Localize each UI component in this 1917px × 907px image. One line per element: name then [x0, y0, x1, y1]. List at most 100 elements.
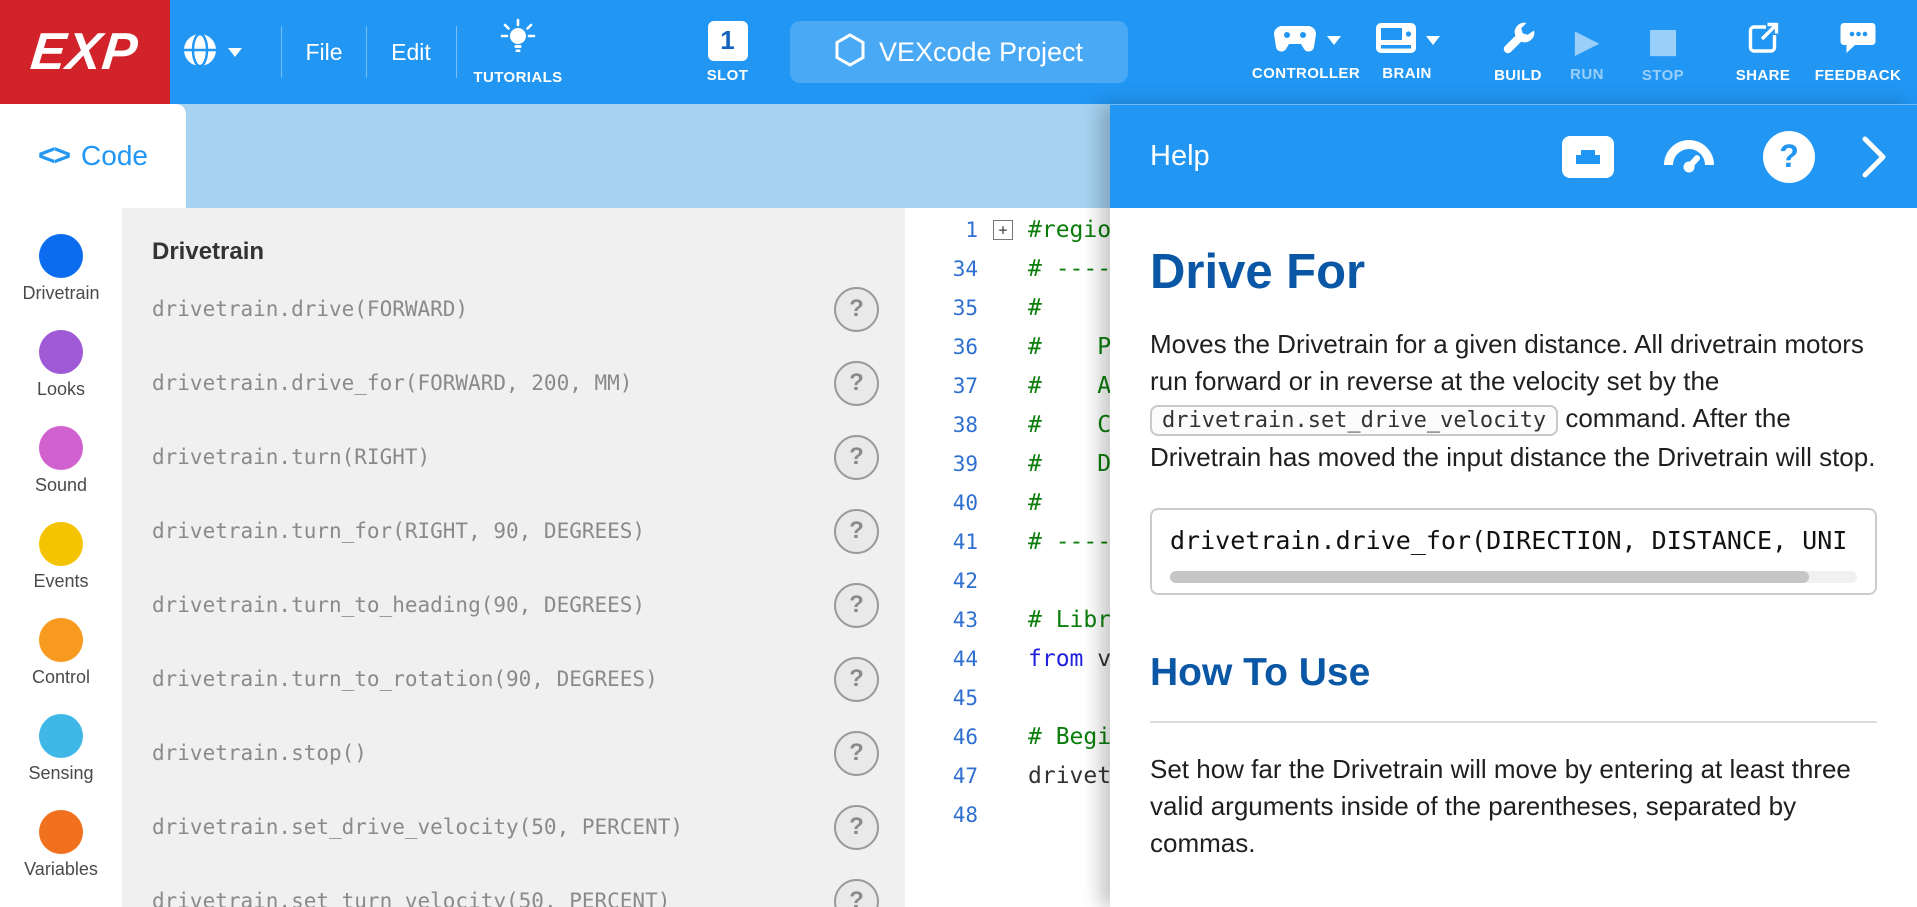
caret-down-icon: [228, 48, 242, 57]
tutorials-button[interactable]: TUTORIALS: [455, 0, 581, 104]
code-example-box: drivetrain.drive_for(DIRECTION, DISTANCE…: [1150, 508, 1877, 595]
share-label: SHARE: [1736, 67, 1791, 84]
menu-edit[interactable]: Edit: [372, 0, 450, 104]
category-label: Sensing: [28, 763, 93, 784]
code-line: 48: [905, 795, 1110, 834]
sidebar-item-drivetrain[interactable]: Drivetrain: [0, 224, 122, 320]
code-line: 38 # Cr: [905, 405, 1110, 444]
horizontal-scrollbar[interactable]: [1170, 571, 1857, 583]
stop-button[interactable]: ■ STOP: [1627, 0, 1699, 104]
brain-icon: [1375, 22, 1417, 59]
code-editor[interactable]: 1 + #regio 34 # ---- 35 # 36 # Pr 37 # A…: [905, 208, 1110, 907]
sidebar-item-events[interactable]: Events: [0, 512, 122, 608]
tab-code[interactable]: <> Code: [0, 104, 186, 208]
device-help-button[interactable]: [1561, 135, 1615, 179]
command-row[interactable]: drivetrain.turn_to_rotation(90, DEGREES)…: [152, 642, 879, 716]
sidebar-item-variables[interactable]: Variables: [0, 800, 122, 896]
command-text: drivetrain.turn_for(RIGHT, 90, DEGREES): [152, 519, 645, 543]
collapse-help-button[interactable]: [1861, 134, 1887, 180]
scrollbar-thumb[interactable]: [1170, 571, 1809, 583]
line-number: 46: [905, 725, 978, 749]
sidebar-item-looks[interactable]: Looks: [0, 320, 122, 416]
run-button[interactable]: ▶ RUN: [1553, 0, 1621, 104]
sidebar-item-control[interactable]: Control: [0, 608, 122, 704]
command-row[interactable]: drivetrain.drive(FORWARD) ?: [152, 272, 879, 346]
line-number: 35: [905, 296, 978, 320]
code-example-text: drivetrain.drive_for(DIRECTION, DISTANCE…: [1170, 526, 1857, 555]
code-line: 35 #: [905, 288, 1110, 327]
line-number: 39: [905, 452, 978, 476]
sidebar-item-sensing[interactable]: Sensing: [0, 704, 122, 800]
command-help-button[interactable]: ?: [834, 731, 879, 776]
command-row[interactable]: drivetrain.set_drive_velocity(50, PERCEN…: [152, 790, 879, 864]
command-text: drivetrain.stop(): [152, 741, 367, 765]
section-divider: [1150, 721, 1877, 723]
help-panel-title: Help: [1150, 140, 1210, 173]
fold-toggle-icon[interactable]: +: [993, 220, 1013, 240]
wrench-icon: [1500, 20, 1536, 61]
command-text: drivetrain.drive(FORWARD): [152, 297, 468, 321]
line-number: 38: [905, 413, 978, 437]
top-toolbar: EXP File Edit: [0, 0, 1917, 104]
code-line: 1 + #regio: [905, 210, 1110, 249]
code-line: 42: [905, 561, 1110, 600]
feedback-bubble-icon: [1839, 20, 1877, 61]
build-button[interactable]: BUILD: [1478, 0, 1558, 104]
caret-down-icon: [1426, 36, 1440, 45]
question-help-button[interactable]: ?: [1763, 131, 1815, 183]
stop-label: STOP: [1642, 67, 1684, 84]
line-number: 41: [905, 530, 978, 554]
code-text: # Au: [1028, 373, 1110, 399]
hexagon-icon: [835, 33, 865, 72]
code-text: from v: [1028, 646, 1110, 672]
gauge-help-button[interactable]: [1661, 134, 1717, 180]
command-help-button[interactable]: ?: [834, 435, 879, 480]
code-line: 37 # Au: [905, 366, 1110, 405]
code-brackets-icon: <>: [38, 139, 69, 173]
code-text: #regio: [1028, 217, 1110, 243]
command-row[interactable]: drivetrain.turn_to_heading(90, DEGREES) …: [152, 568, 879, 642]
feedback-button[interactable]: FEEDBACK: [1806, 0, 1910, 104]
help-panel-header: Help ?: [1110, 104, 1917, 208]
slot-icon: 1: [708, 21, 748, 61]
tutorials-label: TUTORIALS: [473, 69, 562, 86]
command-help-button[interactable]: ?: [834, 879, 879, 907]
code-text: # Begi: [1028, 724, 1110, 750]
command-row[interactable]: drivetrain.turn(RIGHT) ?: [152, 420, 879, 494]
help-content: Drive For Moves the Drivetrain for a giv…: [1110, 208, 1917, 862]
help-description: Moves the Drivetrain for a given distanc…: [1150, 326, 1877, 476]
language-selector[interactable]: [172, 0, 250, 104]
toolbar-separator: [366, 26, 367, 78]
line-number: 42: [905, 569, 978, 593]
project-name-button[interactable]: VEXcode Project: [790, 21, 1128, 83]
caret-down-icon: [1327, 36, 1341, 45]
tab-strip: <> Code: [0, 104, 1110, 208]
command-row[interactable]: drivetrain.set_turn_velocity(50, PERCENT…: [152, 864, 879, 907]
sidebar-item-sound[interactable]: Sound: [0, 416, 122, 512]
command-help-button[interactable]: ?: [834, 287, 879, 332]
command-help-button[interactable]: ?: [834, 509, 879, 554]
code-text: #: [1028, 490, 1042, 516]
command-row[interactable]: drivetrain.turn_for(RIGHT, 90, DEGREES) …: [152, 494, 879, 568]
command-help-button[interactable]: ?: [834, 583, 879, 628]
code-tab-label: Code: [81, 140, 148, 172]
code-text: #: [1028, 295, 1042, 321]
code-text: # ----: [1028, 529, 1110, 555]
looks-category-dot: [39, 330, 83, 374]
toolbar-separator: [281, 26, 282, 78]
command-row[interactable]: drivetrain.stop() ?: [152, 716, 879, 790]
command-row[interactable]: drivetrain.drive_for(FORWARD, 200, MM) ?: [152, 346, 879, 420]
command-help-button[interactable]: ?: [834, 805, 879, 850]
globe-icon: [181, 31, 219, 74]
code-line: 39 # De: [905, 444, 1110, 483]
line-number: 34: [905, 257, 978, 281]
category-label: Drivetrain: [22, 283, 99, 304]
share-button[interactable]: SHARE: [1720, 0, 1806, 104]
command-help-button[interactable]: ?: [834, 361, 879, 406]
brain-button[interactable]: BRAIN: [1352, 0, 1462, 104]
command-help-button[interactable]: ?: [834, 657, 879, 702]
menu-file[interactable]: File: [285, 0, 363, 104]
slot-selector[interactable]: 1 SLOT: [675, 0, 780, 104]
category-label: Control: [32, 667, 90, 688]
inline-code-pill: drivetrain.set_drive_velocity: [1150, 405, 1558, 436]
